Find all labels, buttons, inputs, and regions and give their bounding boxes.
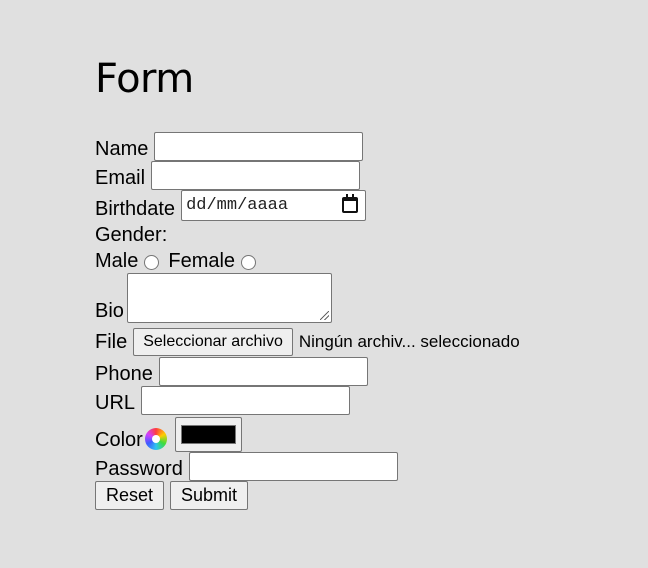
bio-textarea[interactable] bbox=[126, 273, 332, 323]
name-label: Name bbox=[95, 138, 149, 160]
female-radio[interactable] bbox=[241, 255, 257, 270]
color-label: Color bbox=[95, 429, 143, 451]
choose-file-button[interactable]: Seleccionar archivo bbox=[133, 328, 293, 356]
form-container: Form Name Email Birthdate dd/mm/aaaa Gen… bbox=[95, 55, 635, 510]
color-row: Color bbox=[95, 417, 242, 452]
color-wheel-icon bbox=[144, 428, 167, 450]
resize-handle-icon[interactable] bbox=[319, 311, 329, 320]
file-label: File bbox=[95, 331, 128, 353]
name-row: Name bbox=[95, 132, 364, 161]
buttons-row: Reset Submit bbox=[95, 481, 249, 510]
phone-label: Phone bbox=[95, 363, 153, 385]
page-title: Form bbox=[95, 56, 194, 102]
male-radio[interactable] bbox=[144, 255, 160, 270]
gender-row: Gender: bbox=[95, 223, 167, 247]
male-label: Male bbox=[95, 250, 139, 272]
phone-row: Phone bbox=[95, 357, 368, 386]
url-row: URL bbox=[95, 386, 351, 415]
name-input[interactable] bbox=[154, 132, 364, 161]
gender-label: Gender: bbox=[95, 224, 168, 246]
gender-options-row: Male Female bbox=[95, 249, 260, 273]
female-label: Female bbox=[168, 250, 236, 272]
url-input[interactable] bbox=[141, 386, 351, 415]
birthdate-row: Birthdate dd/mm/aaaa bbox=[95, 190, 367, 221]
file-row: File Seleccionar archivo Ningún archiv..… bbox=[95, 328, 520, 356]
url-label: URL bbox=[95, 392, 136, 414]
birthdate-label: Birthdate bbox=[95, 198, 176, 220]
password-row: Password bbox=[95, 452, 398, 481]
email-input[interactable] bbox=[151, 161, 361, 190]
password-label: Password bbox=[95, 458, 183, 480]
email-row: Email bbox=[95, 161, 361, 190]
color-swatch bbox=[180, 425, 236, 444]
calendar-icon[interactable] bbox=[342, 194, 359, 213]
phone-input[interactable] bbox=[158, 357, 368, 386]
bio-label: Bio bbox=[95, 300, 124, 322]
bio-row: Bio bbox=[95, 273, 332, 323]
color-picker[interactable] bbox=[174, 417, 242, 452]
file-status: Ningún archiv... seleccionado bbox=[298, 332, 520, 351]
reset-button[interactable]: Reset bbox=[95, 481, 165, 510]
email-label: Email bbox=[95, 167, 146, 189]
birthdate-input[interactable]: dd/mm/aaaa bbox=[181, 190, 367, 221]
password-input[interactable] bbox=[188, 452, 398, 481]
submit-button[interactable]: Submit bbox=[170, 481, 249, 510]
birthdate-placeholder: dd/mm/aaaa bbox=[186, 196, 289, 215]
